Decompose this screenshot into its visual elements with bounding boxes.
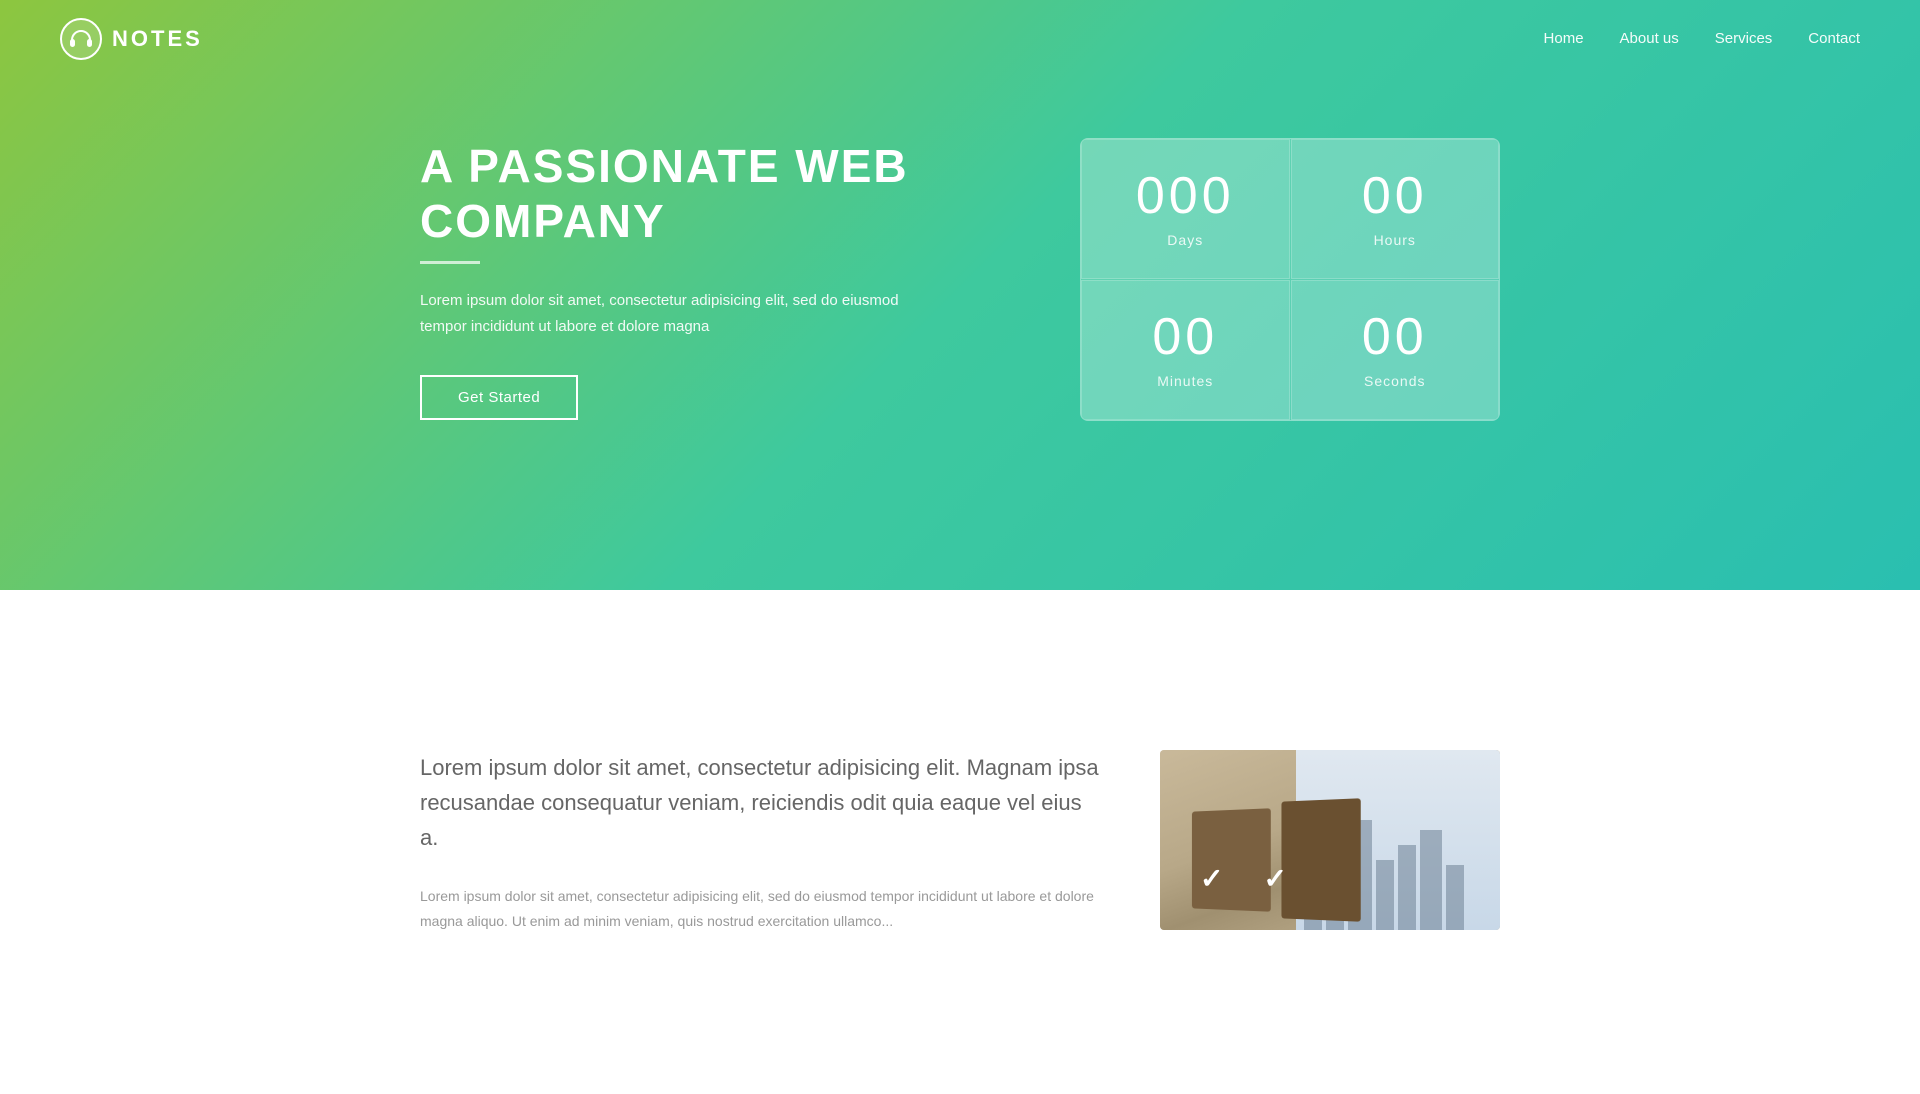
building-2 <box>1326 840 1344 930</box>
logo: NOTES <box>60 18 203 60</box>
nav-item-about[interactable]: About us <box>1620 30 1679 48</box>
hero-description: Lorem ipsum dolor sit amet, consectetur … <box>420 288 940 339</box>
countdown-hours-cell: 00 Hours <box>1291 139 1500 279</box>
nav-item-services[interactable]: Services <box>1715 30 1773 48</box>
check-marks: ✓ ✓ <box>1200 862 1287 895</box>
get-started-button[interactable]: Get Started <box>420 375 578 420</box>
days-label: Days <box>1167 232 1203 248</box>
city-buildings <box>1296 820 1472 930</box>
content-inner: Lorem ipsum dolor sit amet, consectetur … <box>360 670 1560 1014</box>
city-background <box>1296 750 1500 930</box>
minutes-value: 00 <box>1152 311 1218 363</box>
nav-link-contact[interactable]: Contact <box>1808 30 1860 47</box>
nav-links: Home About us Services Contact <box>1544 30 1860 48</box>
nav-link-about[interactable]: About us <box>1620 30 1679 47</box>
check-mark-1: ✓ <box>1200 862 1223 895</box>
building-5 <box>1398 845 1416 930</box>
days-value: 000 <box>1136 170 1235 222</box>
hero-title-line1: A PASSIONATE WEB <box>420 140 909 192</box>
nav-link-services[interactable]: Services <box>1715 30 1773 47</box>
minutes-label: Minutes <box>1157 373 1213 389</box>
content-image: ✓ ✓ <box>1160 750 1500 930</box>
building-6 <box>1420 830 1442 930</box>
hero-title-underline <box>420 261 480 264</box>
content-section: Lorem ipsum dolor sit amet, consectetur … <box>0 590 1920 1094</box>
hero-title-line2: COMPANY <box>420 195 666 247</box>
hero-text-block: A PASSIONATE WEB COMPANY Lorem ipsum dol… <box>420 139 940 420</box>
countdown-seconds-cell: 00 Seconds <box>1291 280 1500 420</box>
nav-link-home[interactable]: Home <box>1544 30 1584 47</box>
building-1 <box>1304 870 1322 930</box>
content-sub-paragraph: Lorem ipsum dolor sit amet, consectetur … <box>420 884 1100 934</box>
seconds-value: 00 <box>1362 311 1428 363</box>
content-main-paragraph: Lorem ipsum dolor sit amet, consectetur … <box>420 750 1100 856</box>
logo-icon <box>60 18 102 60</box>
nav-item-contact[interactable]: Contact <box>1808 30 1860 48</box>
countdown-minutes-cell: 00 Minutes <box>1081 280 1290 420</box>
countdown-days-cell: 000 Days <box>1081 139 1290 279</box>
navbar: NOTES Home About us Services Contact <box>0 0 1920 78</box>
seconds-label: Seconds <box>1364 373 1425 389</box>
check-mark-2: ✓ <box>1263 862 1286 895</box>
hero-title: A PASSIONATE WEB COMPANY <box>420 139 940 249</box>
hero-section: NOTES Home About us Services Contact A P… <box>0 0 1920 590</box>
hours-value: 00 <box>1362 170 1428 222</box>
content-text-block: Lorem ipsum dolor sit amet, consectetur … <box>420 750 1100 934</box>
logo-text: NOTES <box>112 26 203 52</box>
countdown-widget: 000 Days 00 Hours 00 Minutes 00 Seconds <box>1080 138 1500 421</box>
building-3 <box>1348 820 1372 930</box>
hours-label: Hours <box>1374 232 1416 248</box>
hero-body: A PASSIONATE WEB COMPANY Lorem ipsum dol… <box>360 78 1560 501</box>
building-4 <box>1376 860 1394 930</box>
building-7 <box>1446 865 1464 930</box>
nav-item-home[interactable]: Home <box>1544 30 1584 48</box>
image-placeholder: ✓ ✓ <box>1160 750 1500 930</box>
